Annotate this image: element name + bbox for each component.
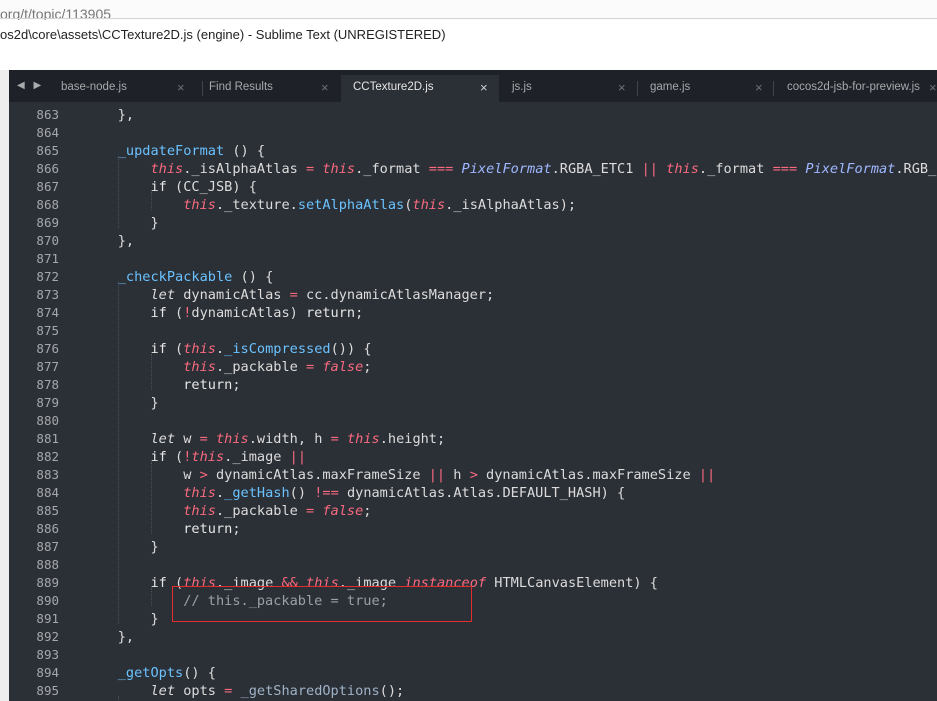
tab-cocos2d-jsb-for-preview-js[interactable]: cocos2d-jsb-for-preview.js × [775,75,937,102]
code-line[interactable]: if (CC_JSB) { [85,178,256,196]
line-number: 894 [36,665,59,680]
indent-guide [151,588,152,606]
window-frame [0,70,9,701]
line-number: 865 [36,143,59,158]
code-line[interactable]: if (this._isCompressed()) { [85,340,371,358]
close-icon[interactable]: × [618,80,626,95]
line-number: 873 [36,287,59,302]
indent-guide [118,696,119,701]
divider [0,18,937,19]
line-number: 877 [36,359,59,374]
close-icon[interactable]: × [480,80,488,95]
code-line[interactable]: } [85,394,158,412]
code-line[interactable]: } [85,538,158,556]
indent-guide [151,192,152,210]
annotation-highlight-box [172,586,472,622]
code-line[interactable]: this._packable = false; [85,358,371,376]
code-line[interactable]: } [85,610,158,628]
close-icon[interactable]: × [755,80,763,95]
code-line[interactable]: w > dynamicAtlas.maxFrameSize || h > dyn… [85,466,715,484]
close-icon[interactable]: × [929,80,937,95]
indent-guide [151,354,152,390]
tab-label: game.js [650,81,691,93]
code-line[interactable]: }, [85,106,134,124]
indent-guide [118,156,119,228]
code-line[interactable]: this._isAlphaAtlas = this._format === Pi… [85,160,936,178]
close-icon[interactable]: × [321,80,329,95]
code-line[interactable]: let dynamicAtlas = cc.dynamicAtlasManage… [85,286,494,304]
tab-label: CCTexture2D.js [353,81,434,93]
line-number: 890 [36,593,59,608]
tab-separator [773,81,774,96]
code-line[interactable]: _checkPackable () { [85,268,274,286]
line-number: 863 [36,107,59,122]
line-number: 871 [36,251,59,266]
code-line[interactable]: this._packable = false; [85,502,371,520]
line-number: 893 [36,647,59,662]
code-line[interactable]: return; [85,376,240,394]
line-number: 889 [36,575,59,590]
line-number: 869 [36,215,59,230]
line-number: 892 [36,629,59,644]
line-number: 878 [36,377,59,392]
tab-js-js[interactable]: js.js × [500,75,638,102]
code-line[interactable]: this._getHash() !== dynamicAtlas.Atlas.D… [85,484,625,502]
indent-guide [118,282,119,624]
line-number: 872 [36,269,59,284]
code-line[interactable]: this._texture.setAlphaAtlas(this._isAlph… [85,196,576,214]
line-number: 867 [36,179,59,194]
line-number: 874 [36,305,59,320]
line-number: 884 [36,485,59,500]
close-icon[interactable]: × [177,80,185,95]
line-number: 868 [36,197,59,212]
line-number: 888 [36,557,59,572]
line-number: 887 [36,539,59,554]
tab-label: js.js [512,81,532,93]
indent-guide [151,462,152,534]
line-number: 879 [36,395,59,410]
tab-bar: ◀ ▶ base-node.js × Find Results × CCText… [9,70,937,102]
line-number: 891 [36,611,59,626]
tab-scroll-arrows-icon[interactable]: ◀ ▶ [17,80,44,91]
browser-url-strip: org/t/topic/113905 [0,0,937,20]
code-line[interactable]: return; [85,520,240,538]
line-number: 883 [36,467,59,482]
code-line[interactable]: _getOpts() { [85,664,216,682]
line-number: 876 [36,341,59,356]
code-line[interactable]: let w = this.width, h = this.height; [85,430,445,448]
line-number: 870 [36,233,59,248]
line-number: 881 [36,431,59,446]
tab-label: base-node.js [61,81,127,93]
tab-base-node-js[interactable]: base-node.js × [49,75,203,102]
code-line[interactable]: _updateFormat () { [85,142,265,160]
tab-find-results[interactable]: Find Results × [197,75,341,102]
tab-label: cocos2d-jsb-for-preview.js [787,81,920,93]
line-number-gutter: 863 864 865 866 867 868 869 870 871 872 873 874 875 8… [9,102,65,701]
window-title-bar: os2d\core\assets\CCTexture2D.js (engine)… [0,20,937,70]
code-line[interactable]: }, [85,232,134,250]
line-number: 866 [36,161,59,176]
line-number: 875 [36,323,59,338]
tab-cctexture2d-js[interactable]: CCTexture2D.js × [341,75,499,102]
window-title: os2d\core\assets\CCTexture2D.js (engine)… [0,27,446,42]
code-line[interactable]: if (!dynamicAtlas) return; [85,304,363,322]
line-number: 895 [36,683,59,698]
code-line[interactable]: } [85,214,158,232]
line-number: 882 [36,449,59,464]
line-number: 885 [36,503,59,518]
code-editor[interactable]: 863 864 865 866 867 868 869 870 871 872 873 874 875 8… [9,102,937,701]
line-number: 880 [36,413,59,428]
code-line[interactable]: let opts = _getSharedOptions(); [85,682,404,700]
tab-label: Find Results [209,81,273,93]
line-number: 864 [36,125,59,140]
line-number: 886 [36,521,59,536]
code-line[interactable]: }, [85,628,134,646]
tab-game-js[interactable]: game.js × [638,75,774,102]
